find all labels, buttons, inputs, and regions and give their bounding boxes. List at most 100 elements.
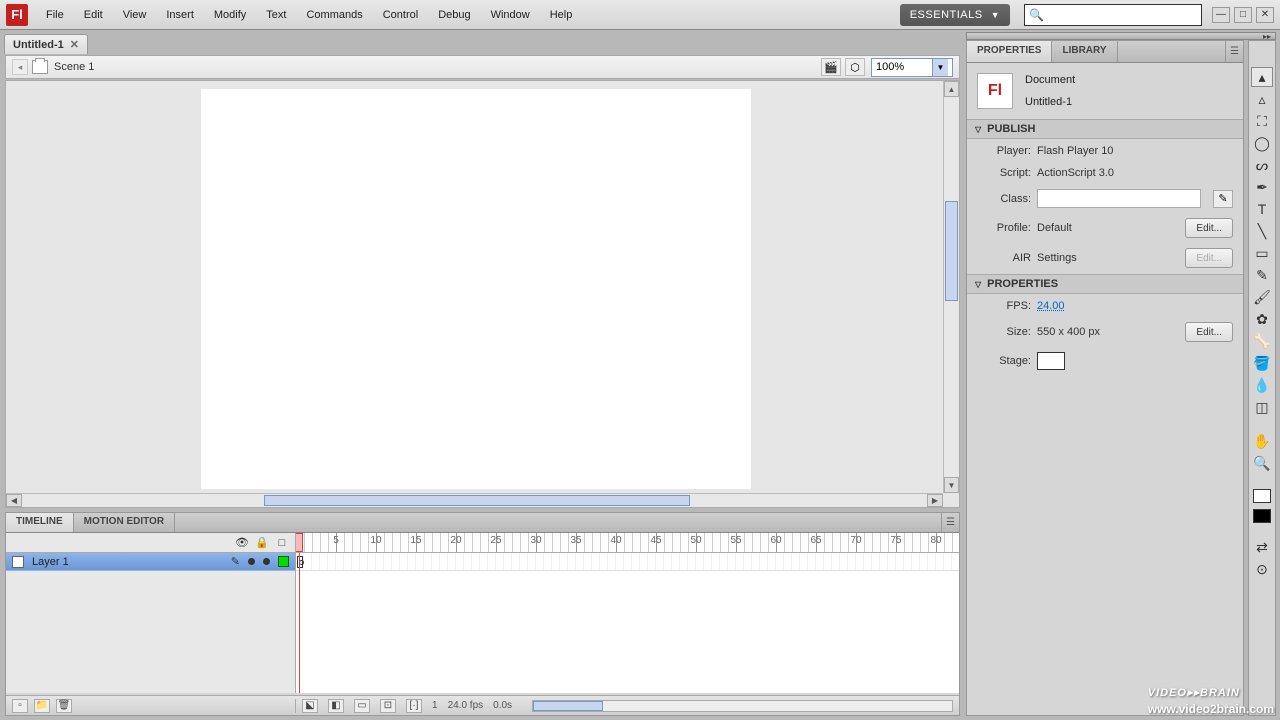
vertical-scrollbar[interactable]: ▲ ▼ (943, 81, 959, 493)
playhead[interactable] (296, 533, 303, 552)
scene-back-button[interactable]: ◂ (12, 59, 28, 75)
edit-symbols-button[interactable]: ⬡ (845, 58, 865, 76)
close-button[interactable]: ✕ (1256, 7, 1274, 23)
visibility-dot[interactable] (248, 558, 255, 565)
menu-debug[interactable]: Debug (428, 3, 480, 27)
timeline-footer: ▫ 📁 🗑 ⬕ ◧ ▭ ⊡ [·] 1 24.0 fps 0.0s (6, 695, 959, 715)
layer-name: Layer 1 (32, 556, 223, 568)
outline-color-swatch[interactable] (278, 556, 289, 567)
rectangle-tool[interactable]: ▭ (1251, 243, 1273, 263)
minimize-button[interactable]: — (1212, 7, 1230, 23)
edit-class-button[interactable]: ✎ (1213, 190, 1233, 208)
menu-view[interactable]: View (113, 3, 157, 27)
scroll-thumb[interactable] (533, 701, 603, 711)
delete-layer-button[interactable]: 🗑 (56, 699, 72, 713)
stage-canvas[interactable] (201, 89, 751, 489)
hand-tool[interactable]: ✋ (1251, 431, 1273, 451)
scroll-right-button[interactable]: ▶ (927, 494, 943, 507)
panel-menu-button[interactable]: ☰ (1225, 41, 1243, 62)
pen-tool[interactable]: ✒ (1251, 177, 1273, 197)
pencil-tool[interactable]: ✎ (1251, 265, 1273, 285)
chevron-down-icon[interactable]: ▼ (932, 59, 948, 76)
outline-icon[interactable]: □ (275, 536, 289, 550)
onion-outline-button[interactable]: ◧ (328, 699, 344, 713)
menu-file[interactable]: File (36, 3, 74, 27)
timeline-hscroll[interactable] (532, 700, 953, 712)
zoom-tool[interactable]: 🔍 (1251, 453, 1273, 473)
scroll-left-button[interactable]: ◀ (6, 494, 22, 507)
ruler-tick-label: 15 (410, 535, 421, 546)
tab-timeline[interactable]: TIMELINE (6, 513, 74, 532)
menu-modify[interactable]: Modify (204, 3, 256, 27)
search-input[interactable]: 🔍 (1024, 4, 1202, 26)
lasso-tool[interactable]: ᔕ (1251, 155, 1273, 175)
text-tool[interactable]: T (1251, 199, 1273, 219)
menu-commands[interactable]: Commands (296, 3, 372, 27)
edit-scene-button[interactable]: 🎬 (821, 58, 841, 76)
lock-icon[interactable]: 🔒 (255, 536, 269, 550)
stroke-color-swatch[interactable] (1253, 489, 1271, 503)
menu-help[interactable]: Help (540, 3, 583, 27)
scroll-up-button[interactable]: ▲ (944, 81, 959, 97)
tab-library[interactable]: LIBRARY (1052, 41, 1117, 62)
script-value: ActionScript 3.0 (1037, 167, 1114, 179)
zoom-input[interactable]: 100% ▼ (871, 58, 953, 77)
fps-value[interactable]: 24.00 (1037, 300, 1065, 312)
menu-text[interactable]: Text (256, 3, 296, 27)
keyframe[interactable] (297, 556, 303, 568)
edit-frames-button[interactable]: ▭ (354, 699, 370, 713)
timeline-ruler[interactable]: 5101520253035404550556065707580 (296, 533, 959, 552)
scroll-thumb[interactable] (945, 201, 958, 301)
layer-row[interactable]: Layer 1 ✎ (6, 553, 295, 571)
center-frame-button[interactable]: ⊡ (380, 699, 396, 713)
deco-tool[interactable]: ✿ (1251, 309, 1273, 329)
paint-bucket-tool[interactable]: 🪣 (1251, 353, 1273, 373)
3d-rotation-tool[interactable]: ◯ (1251, 133, 1273, 153)
frame-row[interactable] (296, 553, 959, 571)
selection-tool[interactable]: ▴ (1251, 67, 1273, 87)
maximize-button[interactable]: □ (1234, 7, 1252, 23)
loop-button[interactable]: [·] (406, 699, 422, 713)
scroll-down-button[interactable]: ▼ (944, 477, 959, 493)
edit-size-button[interactable]: Edit... (1185, 322, 1233, 342)
tab-properties[interactable]: PROPERTIES (967, 41, 1052, 62)
class-input[interactable] (1037, 189, 1201, 208)
horizontal-scrollbar[interactable]: ◀ ▶ (6, 493, 943, 507)
frames-area[interactable] (296, 553, 959, 693)
close-icon[interactable]: ✕ (70, 38, 79, 51)
document-type-label: Document (1025, 74, 1075, 86)
menu-control[interactable]: Control (373, 3, 428, 27)
edit-profile-button[interactable]: Edit... (1185, 218, 1233, 238)
subselection-tool[interactable]: ▵ (1251, 89, 1273, 109)
swap-colors-button[interactable]: ⇄ (1251, 537, 1273, 557)
bone-tool[interactable]: 🦴 (1251, 331, 1273, 351)
onion-skin-button[interactable]: ⬕ (302, 699, 318, 713)
panel-collapse-strip[interactable]: ▸▸ (966, 32, 1276, 40)
workspace-dropdown[interactable]: ESSENTIALS ▼ (900, 4, 1010, 26)
snap-button[interactable]: ⊙ (1251, 559, 1273, 579)
document-tab[interactable]: Untitled-1 ✕ (4, 34, 88, 54)
menu-edit[interactable]: Edit (74, 3, 113, 27)
eyedropper-tool[interactable]: 💧 (1251, 375, 1273, 395)
tab-motion-editor[interactable]: MOTION EDITOR (74, 513, 175, 532)
current-frame: 1 (432, 700, 438, 711)
panel-menu-button[interactable]: ☰ (941, 513, 959, 532)
new-folder-button[interactable]: 📁 (34, 699, 50, 713)
menu-window[interactable]: Window (481, 3, 540, 27)
section-publish[interactable]: ▽ PUBLISH (967, 119, 1243, 139)
free-transform-tool[interactable]: ⛶ (1251, 111, 1273, 131)
line-tool[interactable]: ╲ (1251, 221, 1273, 241)
triangle-down-icon: ▽ (975, 125, 981, 134)
new-layer-button[interactable]: ▫ (12, 699, 28, 713)
lock-dot[interactable] (263, 558, 270, 565)
menu-insert[interactable]: Insert (156, 3, 204, 27)
stage-color-swatch[interactable] (1037, 352, 1065, 370)
fill-color-swatch[interactable] (1253, 509, 1271, 523)
eye-icon[interactable]: 👁 (235, 536, 249, 550)
brush-tool[interactable]: 🖌 (1251, 287, 1273, 307)
scroll-thumb[interactable] (264, 495, 690, 506)
eraser-tool[interactable]: ◫ (1251, 397, 1273, 417)
timeline-ruler-row: 👁 🔒 □ 5101520253035404550556065707580 (6, 533, 959, 553)
scene-icon (32, 60, 48, 74)
section-properties[interactable]: ▽ PROPERTIES (967, 274, 1243, 294)
